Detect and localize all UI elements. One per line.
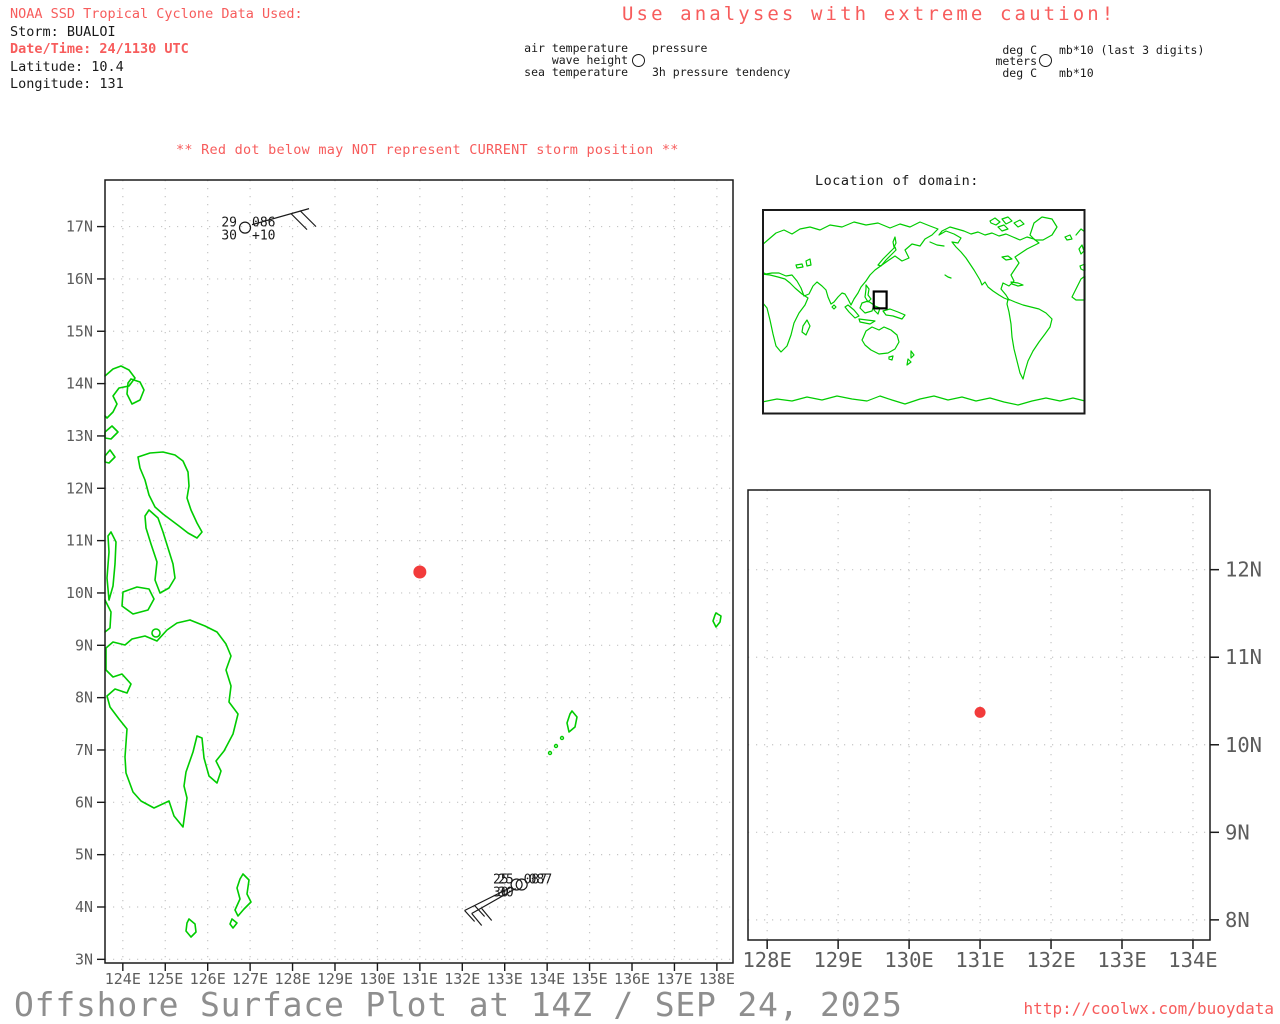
footer-plot-title: Offshore Surface Plot at 14Z / SEP 24, 2… [14, 985, 903, 1024]
svg-text:14N: 14N [66, 375, 93, 393]
header-datetime-line: Date/Time: 24/1130 UTC [10, 41, 189, 58]
svg-text:133E: 133E [1097, 948, 1146, 972]
legend-pressure-tendency-label: 3h pressure tendency [652, 65, 791, 79]
svg-text:12N: 12N [66, 479, 93, 497]
data-source-header: NOAA SSD Tropical Cyclone Data Used: Sto… [10, 6, 303, 94]
svg-text:11N: 11N [66, 532, 93, 550]
svg-text:130E: 130E [884, 948, 933, 972]
header-longitude-line: Longitude: 131 [10, 76, 124, 93]
svg-text:134E: 134E [1168, 948, 1217, 972]
svg-text:30: 30 [221, 229, 237, 244]
svg-text:30: 30 [498, 885, 514, 900]
legend-pressure-label: pressure [652, 41, 708, 55]
svg-text:129E: 129E [813, 948, 862, 972]
svg-text:6N: 6N [75, 793, 93, 811]
legend-pressure-units-label: mb*10 (last 3 digits) [1059, 43, 1205, 57]
svg-text:131E: 131E [955, 948, 1004, 972]
svg-text:4N: 4N [75, 898, 93, 916]
main-map: 3N4N5N6N7N8N9N10N11N12N13N14N15N16N17N12… [66, 179, 735, 988]
svg-text:8N: 8N [1225, 908, 1250, 932]
footer-url: http://coolwx.com/buoydata [1023, 999, 1274, 1018]
header-source-line: NOAA SSD Tropical Cyclone Data Used: [10, 6, 303, 22]
svg-text:3N: 3N [75, 950, 93, 968]
svg-text:9N: 9N [1225, 820, 1250, 844]
svg-text:16N: 16N [66, 270, 93, 288]
svg-text:10N: 10N [1225, 733, 1262, 757]
svg-text:8N: 8N [75, 689, 93, 707]
header-latitude-line: Latitude: 10.4 [10, 58, 124, 75]
svg-text:12N: 12N [1225, 558, 1262, 582]
svg-text:087: 087 [529, 872, 552, 887]
svg-text:7N: 7N [75, 741, 93, 759]
legend-sea-temp-label: sea temperature [524, 65, 628, 79]
world-inset-map [762, 209, 1086, 415]
world-inset-title: Location of domain: [815, 173, 979, 189]
svg-text:9N: 9N [75, 636, 93, 654]
storm-position-warning: ** Red dot below may NOT represent CURRE… [176, 142, 679, 158]
svg-text:132E: 132E [1026, 948, 1075, 972]
svg-text:11N: 11N [1225, 645, 1262, 669]
svg-text:17N: 17N [66, 218, 93, 236]
station-model-units-circle-icon [1039, 54, 1052, 67]
svg-text:10N: 10N [66, 584, 93, 602]
svg-text:15N: 15N [66, 322, 93, 340]
svg-text:13N: 13N [66, 427, 93, 445]
caution-banner: Use analyses with extreme caution! [622, 3, 1117, 25]
legend-sea-units-label: deg C [1002, 66, 1037, 80]
svg-text:5N: 5N [75, 846, 93, 864]
legend-tendency-units-label: mb*10 [1059, 66, 1094, 80]
station-model-circle-icon [632, 54, 645, 67]
svg-text:128E: 128E [742, 948, 791, 972]
svg-text:+10: +10 [252, 229, 275, 244]
zoom-map: 128E 129E 130E 131E 132E 133E 134E 8N 9N 10N 11N 12… [742, 489, 1262, 972]
header-storm-line: Storm: BUALOI [10, 23, 116, 40]
